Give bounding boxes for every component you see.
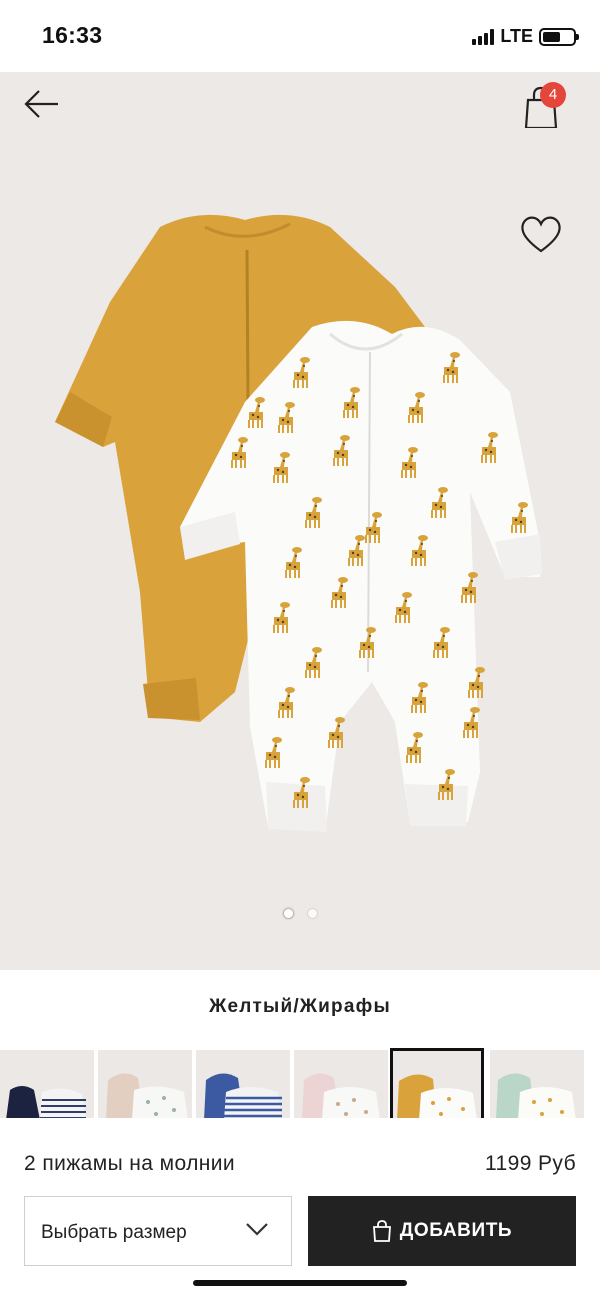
- swatch-thumbnail: [204, 1073, 282, 1120]
- swatch-pink[interactable]: [294, 1050, 388, 1120]
- swatch-blue[interactable]: [196, 1050, 290, 1120]
- size-select-label: Выбрать размер: [41, 1222, 187, 1243]
- heart-icon: [521, 216, 561, 253]
- pager-dot[interactable]: [306, 908, 318, 919]
- color-name: Желтый/Жирафы: [209, 996, 391, 1017]
- swatch-thumbnail: [106, 1073, 188, 1120]
- shopping-bag-icon: [372, 1220, 391, 1242]
- battery-icon: [539, 27, 579, 46]
- swatch-thumbnail: [496, 1073, 576, 1120]
- chevron-down-icon: [246, 1223, 268, 1236]
- arrow-left-icon: [24, 90, 58, 118]
- swatch-mint[interactable]: [490, 1050, 584, 1120]
- status-bar: 16:33 LTE: [0, 0, 600, 72]
- purchase-panel: 2 пижамы на молнии 1199 Руб Выбрать разм…: [0, 1118, 600, 1298]
- signal-icon: [472, 28, 495, 45]
- back-button[interactable]: [22, 84, 62, 124]
- cart-button[interactable]: 4: [520, 82, 568, 128]
- size-select[interactable]: Выбрать размер: [24, 1196, 292, 1266]
- cart-count-badge: 4: [540, 82, 566, 108]
- add-to-cart-label: ДОБАВИТЬ: [399, 1220, 513, 1241]
- swatch-thumbnail: [397, 1074, 477, 1120]
- status-time: 16:33: [42, 22, 103, 48]
- favorite-button[interactable]: [519, 214, 563, 254]
- product-price: 1199 Руб: [485, 1152, 576, 1175]
- swatch-beige[interactable]: [98, 1050, 192, 1120]
- add-to-cart-button[interactable]: ДОБАВИТЬ: [308, 1196, 576, 1266]
- product-name: 2 пижамы на молнии: [24, 1152, 235, 1175]
- network-label: LTE: [500, 26, 533, 46]
- pager-dot-active[interactable]: [282, 908, 294, 919]
- swatch-navy[interactable]: [0, 1050, 94, 1120]
- product-image-gallery[interactable]: 4: [0, 72, 600, 970]
- swatch-thumbnail: [302, 1073, 380, 1120]
- color-swatches: [0, 1048, 600, 1120]
- swatch-yellow-giraffes[interactable]: [390, 1048, 484, 1120]
- swatch-thumbnail: [6, 1086, 86, 1120]
- status-indicators: LTE: [472, 26, 579, 47]
- image-pager: [0, 908, 600, 919]
- home-indicator[interactable]: [193, 1280, 407, 1286]
- product-photo: [55, 214, 542, 832]
